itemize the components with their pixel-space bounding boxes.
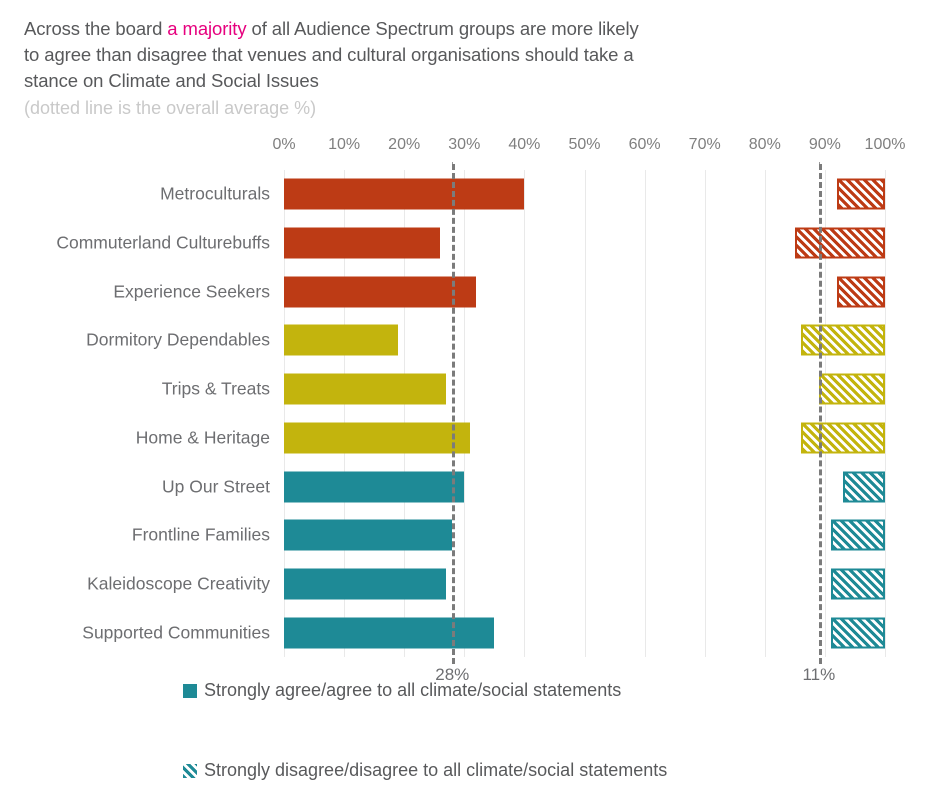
y-axis-category-label: Trips & Treats [161, 378, 270, 399]
x-axis-tick-label: 30% [448, 136, 481, 153]
legend-swatch-hatched-icon [183, 763, 197, 778]
y-axis-category-label: Experience Seekers [113, 281, 270, 302]
legend-entry-disagree: Strongly disagree/disagree to all climat… [183, 760, 667, 781]
y-axis-category-label: Commuterland Culturebuffs [56, 232, 270, 253]
y-axis-category-label: Metroculturals [160, 183, 270, 204]
x-axis-tick-label: 70% [688, 136, 721, 153]
y-axis-category-label: Kaleidoscope Creativity [87, 573, 270, 594]
title-line-2: to agree than disagree that venues and c… [24, 44, 634, 65]
average-reference-line [818, 164, 822, 664]
bar-disagree [836, 178, 885, 210]
chart-row: Kaleidoscope Creativity [87, 560, 885, 609]
y-axis-category-label: Home & Heritage [135, 427, 270, 448]
legend-entry-agree: Strongly agree/agree to all climate/soci… [183, 680, 621, 701]
bar-agree [284, 276, 477, 308]
x-axis-tick-label: 90% [808, 136, 841, 153]
chart-row: Metroculturals [160, 170, 885, 219]
legend-swatch-solid-icon [183, 683, 197, 698]
bar-disagree [818, 373, 885, 405]
bar-disagree [830, 519, 885, 551]
plot-area: 0% 10% 20% 30% 40% 50% 60% 70% 80% 90% 100% Metrocu… [56, 136, 905, 684]
chart-row: Commuterland Culturebuffs [56, 219, 885, 268]
bar-agree [284, 519, 453, 551]
bar-agree [284, 227, 441, 259]
bar-agree [284, 324, 399, 356]
bar-agree [284, 568, 447, 600]
legend-label-agree: Strongly agree/agree to all climate/soci… [204, 680, 622, 700]
bar-agree [284, 422, 471, 454]
gridline [885, 170, 886, 657]
bar-disagree [836, 276, 885, 308]
x-axis-tick-label: 50% [568, 136, 601, 153]
x-axis-tick-label: 20% [388, 136, 421, 153]
y-axis-category-label: Supported Communities [82, 622, 270, 643]
x-axis-tick-label: 60% [628, 136, 661, 153]
chart-row: Trips & Treats [162, 365, 885, 414]
chart-title-block: Across the board a majority of all Audie… [24, 16, 764, 121]
chart-row: Home & Heritage [136, 414, 885, 463]
x-axis-tick-label: 100% [864, 136, 906, 153]
legend-label-disagree: Strongly disagree/disagree to all climat… [204, 760, 668, 780]
x-axis-tick-label: 10% [328, 136, 361, 153]
bar-agree [284, 471, 465, 503]
y-axis-category-label: Frontline Families [131, 524, 270, 545]
bar-disagree [842, 471, 885, 503]
chart-row: Frontline Families [132, 511, 885, 560]
chart-row: Up Our Street [162, 462, 885, 511]
title-highlight: a majority [167, 18, 247, 39]
bar-agree [284, 617, 495, 649]
bar-disagree [830, 568, 885, 600]
title-line-1-pre: Across the board [24, 18, 168, 39]
title-line-1-post: of all Audience Spectrum groups are more… [246, 18, 639, 39]
bar-disagree [794, 227, 885, 259]
bar-disagree [800, 324, 885, 356]
bar-disagree [830, 617, 885, 649]
x-axis-tick-label: 0% [272, 136, 296, 153]
bar-agree [284, 178, 525, 210]
title-line-1: Across the board a majority of all Audie… [24, 16, 764, 42]
chart-row: Experience Seekers [113, 267, 885, 316]
title-line-3: stance on Climate and Social Issues [24, 70, 319, 91]
x-axis-tick-label: 40% [508, 136, 541, 153]
y-axis-category-label: Dormitory Dependables [86, 329, 270, 350]
average-reference-label: 11% [802, 665, 836, 684]
chart-row: Supported Communities [82, 608, 885, 657]
bar-agree [284, 373, 447, 405]
average-reference-line [452, 164, 456, 664]
bar-disagree [800, 422, 885, 454]
chart-root: Across the board a majority of all Audie… [0, 0, 926, 799]
y-axis-category-label: Up Our Street [162, 476, 270, 497]
chart-row: Dormitory Dependables [86, 316, 885, 365]
x-axis-tick-label: 80% [748, 136, 781, 153]
chart-subtitle: (dotted line is the overall average %) [24, 98, 317, 118]
